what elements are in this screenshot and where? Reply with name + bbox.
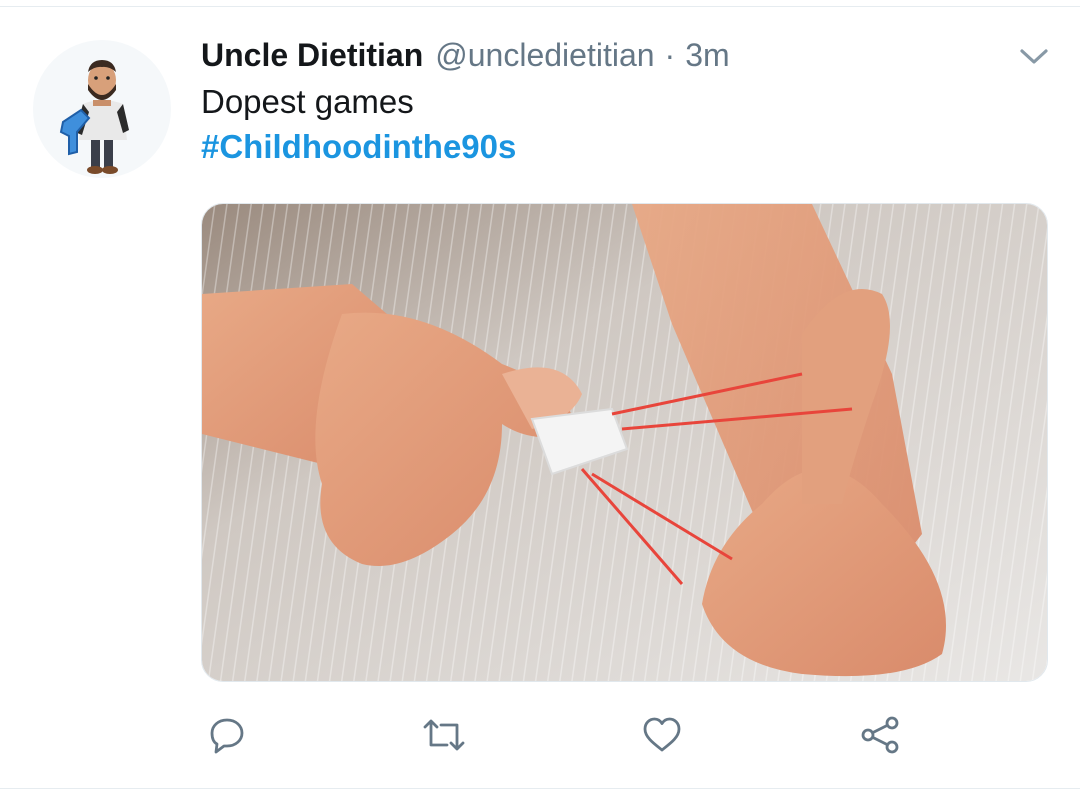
photo-hands-string-game [202,204,1047,681]
display-name[interactable]: Uncle Dietitian [201,33,423,77]
retweet-icon [423,719,465,751]
reply-icon [210,718,244,754]
chevron-down-icon [1020,49,1048,64]
share-icon [861,716,899,754]
like-button[interactable] [639,712,685,758]
heart-icon [643,717,681,752]
tweet-media-photo[interactable] [201,203,1048,682]
bitmoji-avatar-illustration [59,60,129,174]
reply-button[interactable] [204,712,250,758]
top-divider [0,6,1080,7]
retweet-button[interactable] [421,712,467,758]
share-button[interactable] [857,712,903,758]
avatar[interactable] [33,40,171,178]
tweet-header: Uncle Dietitian @uncledietitian · 3m [201,33,730,77]
bottom-divider [0,788,1080,789]
separator-dot: · [664,37,676,73]
tweet-text: Dopest games [201,83,414,120]
hashtag-link[interactable]: #Childhoodinthe90s [201,126,516,168]
timestamp[interactable]: 3m [685,33,729,77]
user-handle[interactable]: @uncledietitian [435,33,654,77]
tweet-menu-button[interactable] [1014,42,1054,72]
